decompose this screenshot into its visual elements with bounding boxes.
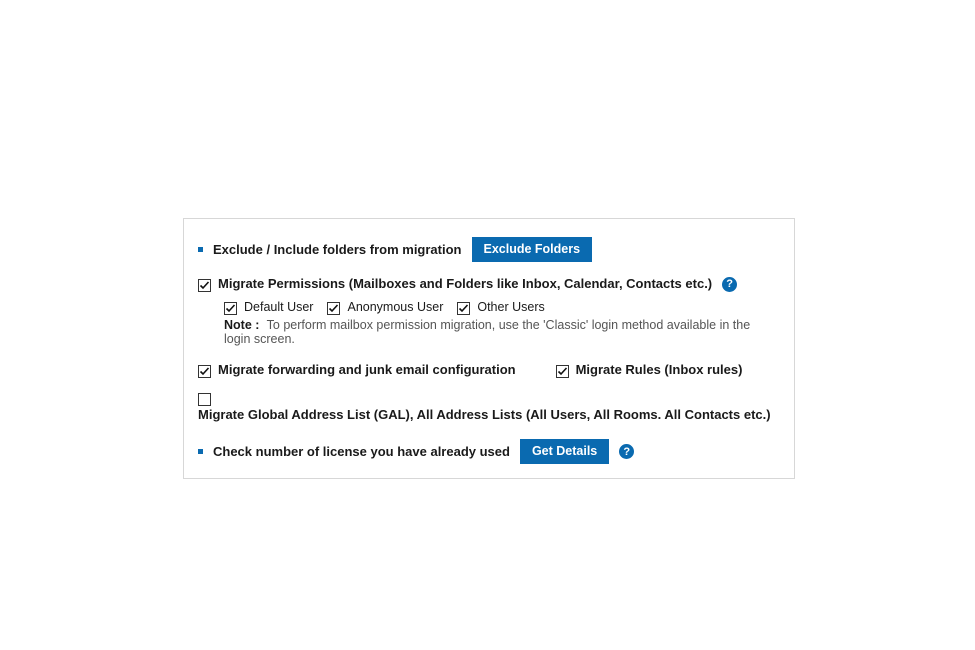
bullet-icon: [198, 247, 203, 252]
migrate-permissions-subrow: Default User Anonymous User Other Users: [224, 300, 780, 314]
get-details-button[interactable]: Get Details: [520, 439, 609, 464]
anonymous-user-label: Anonymous User: [347, 300, 443, 314]
license-row: Check number of license you have already…: [198, 439, 780, 464]
help-icon[interactable]: ?: [619, 444, 634, 459]
migrate-permissions-checkbox[interactable]: [198, 279, 211, 292]
gal-row: Migrate Global Address List (GAL), All A…: [198, 392, 780, 425]
migrate-gal-checkbox[interactable]: [198, 393, 211, 406]
migration-options-panel: Exclude / Include folders from migration…: [183, 218, 795, 479]
exclude-include-row: Exclude / Include folders from migration…: [198, 237, 780, 262]
note-label: Note :: [224, 318, 259, 332]
migrate-forwarding-label: Migrate forwarding and junk email config…: [218, 360, 516, 380]
other-users-label: Other Users: [477, 300, 544, 314]
migrate-permissions-label: Migrate Permissions (Mailboxes and Folde…: [218, 274, 712, 294]
forwarding-pair: Migrate forwarding and junk email config…: [198, 360, 516, 380]
rules-pair: Migrate Rules (Inbox rules): [556, 360, 743, 380]
migrate-rules-checkbox[interactable]: [556, 365, 569, 378]
exclude-include-label: Exclude / Include folders from migration: [213, 240, 462, 260]
default-user-label: Default User: [244, 300, 313, 314]
migrate-forwarding-checkbox[interactable]: [198, 365, 211, 378]
other-users-item: Other Users: [457, 300, 544, 314]
other-users-checkbox[interactable]: [457, 302, 470, 315]
license-label: Check number of license you have already…: [213, 442, 510, 462]
default-user-checkbox[interactable]: [224, 302, 237, 315]
forwarding-rules-row: Migrate forwarding and junk email config…: [198, 360, 780, 380]
migrate-rules-label: Migrate Rules (Inbox rules): [576, 360, 743, 380]
migrate-permissions-row: Migrate Permissions (Mailboxes and Folde…: [198, 274, 780, 294]
anonymous-user-item: Anonymous User: [327, 300, 443, 314]
bullet-icon: [198, 449, 203, 454]
permissions-note: Note : To perform mailbox permission mig…: [224, 318, 780, 346]
anonymous-user-checkbox[interactable]: [327, 302, 340, 315]
help-icon[interactable]: ?: [722, 277, 737, 292]
exclude-folders-button[interactable]: Exclude Folders: [472, 237, 593, 262]
default-user-item: Default User: [224, 300, 313, 314]
migrate-gal-label: Migrate Global Address List (GAL), All A…: [198, 405, 771, 425]
note-text: To perform mailbox permission migration,…: [224, 318, 750, 346]
